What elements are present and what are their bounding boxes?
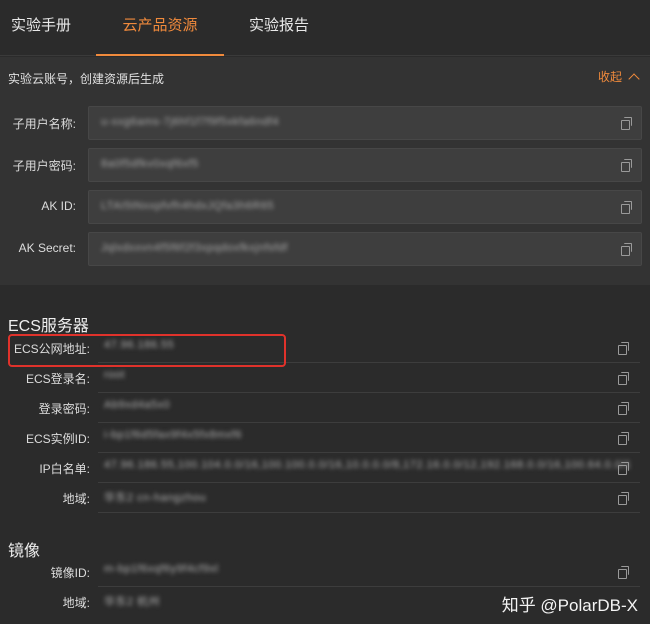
field-value[interactable]: m-bp1f6xqf6y9f4cf9xl (104, 563, 630, 575)
field-label: 地域: (62, 596, 90, 610)
tab-cloud-resources[interactable]: 云产品资源 (96, 0, 224, 56)
ecs-instance-id-row: ECS实例ID: i-bp1f6d5fax9f4x5fx8mxf6 (0, 423, 650, 453)
watermark: 知乎 @PolarDB-X (501, 596, 638, 615)
field-label: IP白名单: (39, 462, 90, 476)
field-value: u-xxg6ams-7j6hf1f7f9f5xkfa6ndf4 (101, 116, 280, 128)
field-value[interactable]: root (104, 369, 630, 381)
copy-icon[interactable] (621, 201, 632, 214)
chevron-up-icon (628, 72, 640, 85)
ak-id-field[interactable]: LTAI5tNxxpfvfh4hdxJQfa3h6R65 (88, 190, 642, 224)
field-value: Jqlxdxxvn4f5f6f2f3xpqdoxfkxjnfsfdf (101, 242, 288, 254)
collapse-button[interactable]: 收起 (597, 68, 640, 85)
copy-icon[interactable] (618, 492, 629, 505)
account-field-ak-secret: AK Secret: Jqlxdxxvn4f5f6f2f3xpqdoxfkxjn… (0, 232, 650, 266)
ecs-region-row: 地域: 华东2 cn-hangzhou (0, 483, 650, 513)
copy-icon[interactable] (621, 243, 632, 256)
copy-icon[interactable] (618, 342, 629, 355)
field-label: 子用户名称: (12, 117, 76, 131)
copy-icon[interactable] (618, 372, 629, 385)
copy-icon[interactable] (618, 432, 629, 445)
ecs-ip-whitelist-row: IP白名单: 47.96.186.55,100.104.0.0/16,100.1… (0, 453, 650, 483)
tab-bar: 实验手册 云产品资源 实验报告 (0, 0, 650, 56)
field-label: ECS登录名: (25, 372, 90, 386)
highlight-box (8, 334, 286, 367)
field-value: LTAI5tNxxpfvfh4hdxJQfa3h6R65 (101, 200, 275, 212)
field-label: 镜像ID: (50, 566, 90, 580)
image-id-row: 镜像ID: m-bp1f6xqf6y9f4cf9xl (0, 557, 650, 587)
field-label: 登录密码: (38, 402, 90, 416)
field-label: AK ID: (41, 199, 76, 213)
field-value[interactable]: 华东2 cn-hangzhou (104, 489, 630, 505)
account-panel-header: 实验云账号，创建资源后生成 (8, 72, 165, 86)
tab-lab-manual[interactable]: 实验手册 (8, 0, 74, 56)
account-field-username: 子用户名称: u-xxg6ams-7j6hf1f7f9f5xkfa6ndf4 (0, 106, 650, 140)
tab-lab-report[interactable]: 实验报告 (245, 0, 313, 56)
field-label: ECS实例ID: (25, 432, 90, 446)
field-value[interactable]: i-bp1f6d5fax9f4x5fx8mxf6 (104, 429, 630, 441)
field-value[interactable]: Ab9xd4a5x0 (104, 399, 630, 411)
divider (98, 512, 640, 513)
password-field[interactable]: 8a0f5dfkv0xqf6xf5 (88, 148, 642, 182)
copy-icon[interactable] (621, 117, 632, 130)
ecs-password-row: 登录密码: Ab9xd4a5x0 (0, 393, 650, 423)
ecs-login-name-row: ECS登录名: root (0, 363, 650, 393)
field-value[interactable]: 47.96.186.55,100.104.0.0/16,100.100.0.0/… (104, 459, 630, 471)
field-value: 8a0f5dfkv0xqf6xf5 (101, 158, 199, 170)
account-field-password: 子用户密码: 8a0f5dfkv0xqf6xf5 (0, 148, 650, 182)
account-field-ak-id: AK ID: LTAI5tNxxpfvfh4hdxJQfa3h6R65 (0, 190, 650, 224)
field-label: AK Secret: (18, 241, 76, 255)
copy-icon[interactable] (618, 566, 629, 579)
collapse-label: 收起 (597, 70, 622, 84)
field-label: 子用户密码: (12, 159, 76, 173)
copy-icon[interactable] (621, 159, 632, 172)
field-label: 地域: (62, 492, 90, 506)
username-field[interactable]: u-xxg6ams-7j6hf1f7f9f5xkfa6ndf4 (88, 106, 642, 140)
ak-secret-field[interactable]: Jqlxdxxvn4f5f6f2f3xpqdoxfkxjnfsfdf (88, 232, 642, 266)
copy-icon[interactable] (618, 402, 629, 415)
copy-icon[interactable] (618, 462, 629, 475)
account-panel: 实验云账号，创建资源后生成 收起 子用户名称: u-xxg6ams-7j6hf1… (0, 57, 650, 285)
